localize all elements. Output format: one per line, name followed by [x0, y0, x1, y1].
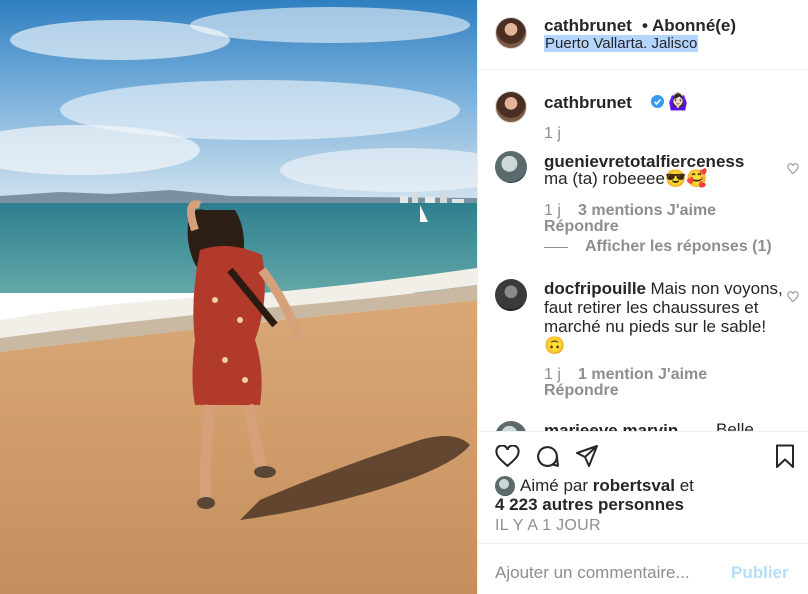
comment-username[interactable]: marieeve.marvin [544, 421, 678, 431]
liker-avatar[interactable] [495, 476, 515, 496]
header-separator: • [642, 16, 648, 35]
comment-input[interactable]: Ajouter un commentaire... [495, 563, 690, 583]
post-header: cathbrunet • Abonné(e) Puerto Vallarta. … [478, 0, 808, 70]
post-actions: Aimé par robertsval et 4 223 autres pers… [478, 431, 808, 543]
commenter-avatar[interactable] [495, 151, 527, 183]
caption-author-username[interactable]: cathbrunet [544, 93, 632, 113]
author-avatar[interactable] [495, 17, 527, 49]
publish-button[interactable]: Publier [731, 563, 789, 583]
caption-author-avatar[interactable] [495, 91, 527, 123]
share-paper-plane-icon[interactable] [575, 444, 599, 468]
post-details-panel: cathbrunet • Abonné(e) Puerto Vallarta. … [477, 0, 808, 594]
location-link[interactable]: Puerto Vallarta. Jalisco [544, 35, 699, 52]
likes-summary: Aimé par robertsval et [520, 476, 780, 495]
likes-others-link[interactable]: 4 223 autres personnes [495, 495, 684, 515]
caption-emoji: 🙆🏻‍♀️ [668, 94, 688, 111]
follow-status-button[interactable]: Abonné(e) [652, 16, 736, 36]
verified-badge-icon [651, 95, 664, 108]
liked-by-prefix: Aimé par [520, 476, 589, 495]
author-username-link[interactable]: cathbrunet [544, 16, 632, 36]
add-comment-bar: Ajouter un commentaire... Publier [478, 543, 808, 594]
comment-username[interactable]: docfripouille [544, 279, 646, 298]
liked-by-user-link[interactable]: robertsval [593, 476, 675, 495]
liked-by-and: et [679, 476, 694, 495]
commenter-avatar[interactable] [495, 279, 527, 311]
caption-time[interactable]: 1 j [544, 125, 561, 143]
comment-reply-button[interactable]: Répondre [544, 218, 619, 236]
commenter-avatar[interactable] [495, 421, 527, 431]
comment-bubble-icon[interactable] [535, 444, 560, 469]
comment-like-heart-icon[interactable] [787, 291, 799, 303]
comment-like-heart-icon[interactable] [787, 163, 799, 175]
comment-text: ma (ta) robeeee😎🥰 [544, 169, 708, 188]
save-bookmark-icon[interactable] [775, 444, 795, 469]
view-replies-line [544, 247, 568, 248]
comment-body: docfripouille Mais non voyons, faut reti… [544, 280, 784, 356]
comments-list[interactable]: cathbrunet 🙆🏻‍♀️ 1 j guenievretotalfierc… [478, 71, 808, 431]
post-photo[interactable] [0, 0, 477, 594]
post-timestamp[interactable]: IL Y A 1 JOUR [495, 517, 601, 535]
view-replies-button[interactable]: Afficher les réponses (1) [585, 238, 772, 256]
comment-reply-button[interactable]: Répondre [544, 382, 619, 400]
like-heart-icon[interactable] [495, 445, 520, 468]
comment-text: Belle [716, 420, 754, 432]
